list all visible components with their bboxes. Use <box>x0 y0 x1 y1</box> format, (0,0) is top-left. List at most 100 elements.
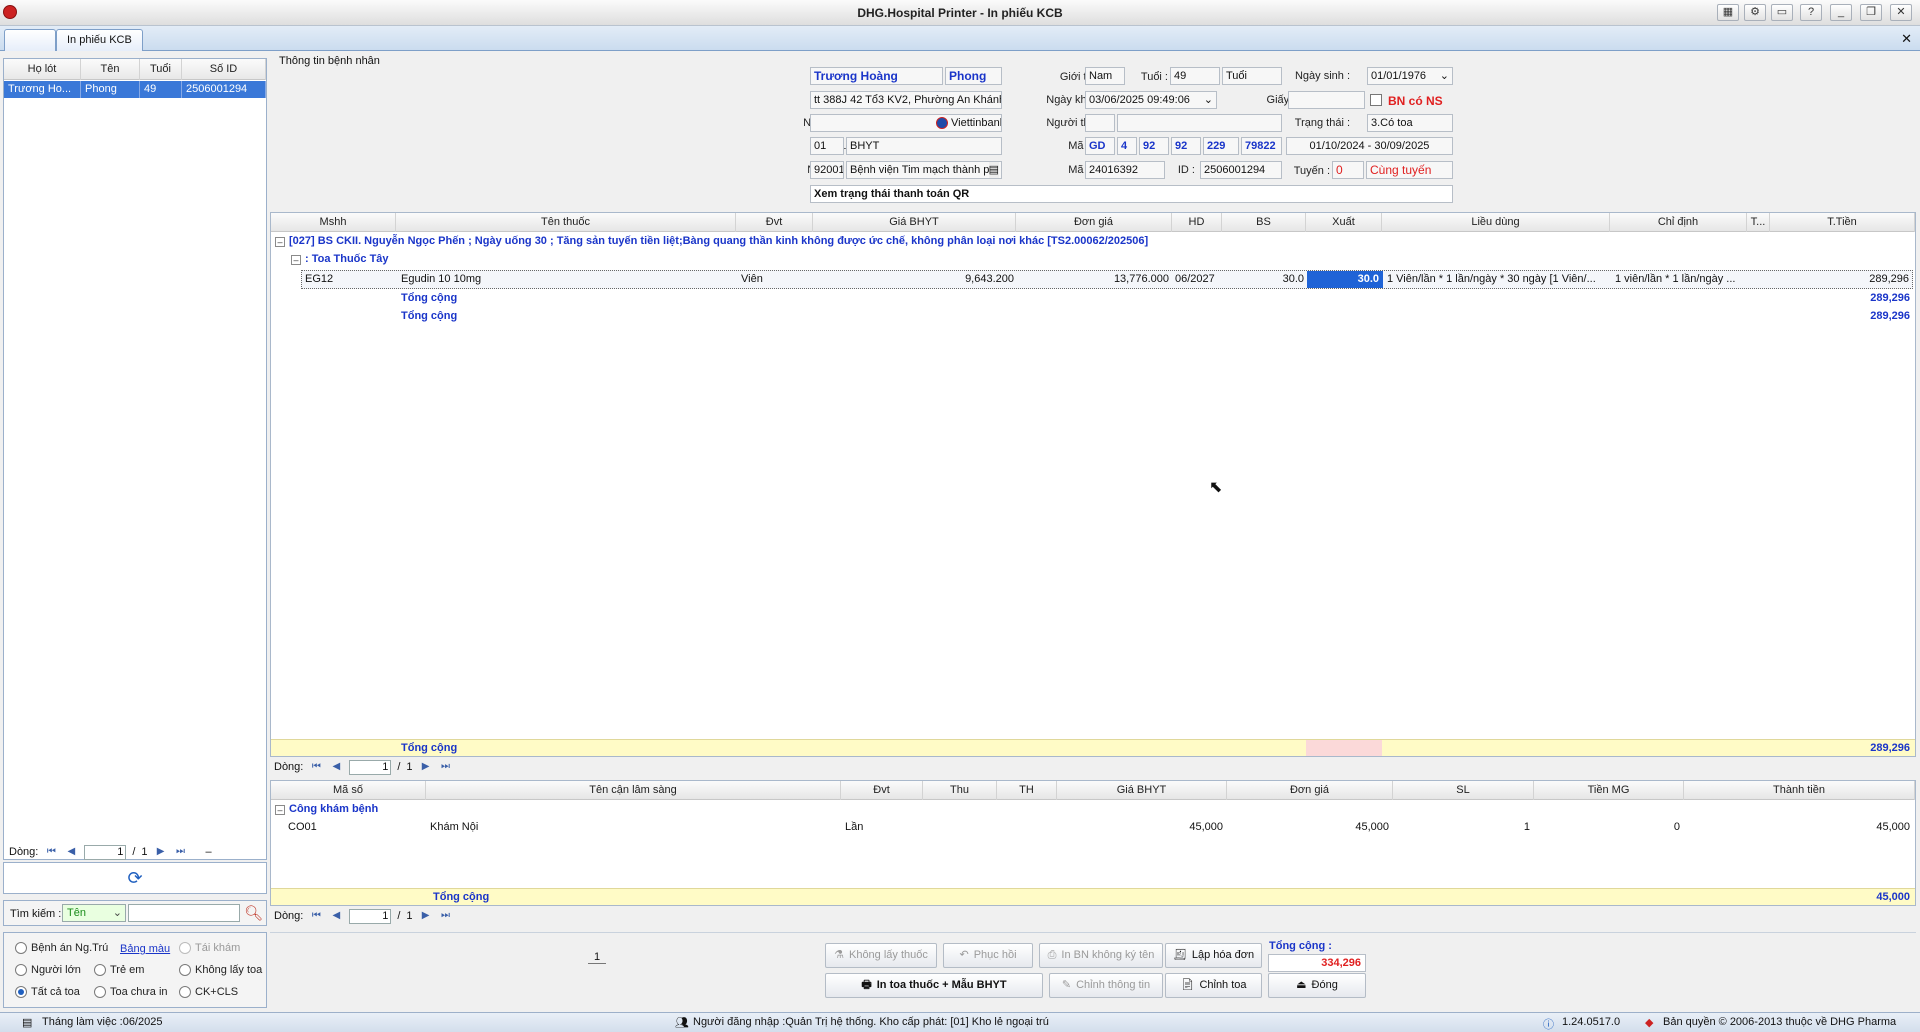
ho-field[interactable]: Trương Hoàng <box>810 67 943 85</box>
refresh-icon[interactable]: ⟳ <box>127 868 142 888</box>
col-so-id[interactable]: Số ID <box>182 59 266 80</box>
doi-tuong-code-field[interactable]: 01 <box>810 137 844 155</box>
ma-the-part-1[interactable]: GD <box>1085 137 1115 155</box>
phuc-hoi-button[interactable]: ↶ Phục hồi <box>943 943 1033 968</box>
bang-mau-link[interactable]: Bảng màu <box>120 943 170 955</box>
ma-the-part-4[interactable]: 92 <box>1171 137 1201 155</box>
search-icon[interactable]: 🔍︎ <box>244 904 263 922</box>
last-page-icon[interactable]: ⏭ <box>174 845 188 859</box>
nguoi-than-field-2[interactable] <box>1117 114 1282 132</box>
help-icon[interactable]: ? <box>1800 4 1822 21</box>
calendar-dropdown-icon[interactable]: ⌄ <box>1440 68 1449 84</box>
col-bs[interactable]: BS <box>1222 213 1306 232</box>
cell-xuat[interactable]: 30.0 <box>1307 271 1383 288</box>
noi-dk-field[interactable]: Bệnh viện Tim mạch thành ph ▤ <box>846 161 1002 179</box>
filter-khong-lay-toa[interactable]: Không lấy toa <box>179 964 262 976</box>
search-input[interactable] <box>128 904 240 922</box>
settings-icon[interactable]: ⚙ <box>1744 4 1766 21</box>
ma-the-part-2[interactable]: 4 <box>1117 137 1137 155</box>
filter-ck-cls[interactable]: CK+CLS <box>179 986 238 998</box>
ten-field[interactable]: Phong <box>945 67 1002 85</box>
page-input[interactable]: 1 <box>349 759 392 775</box>
filter-tat-ca-toa[interactable]: Tất cả toa <box>15 986 80 998</box>
prev-page-icon[interactable]: ◀ <box>64 845 78 859</box>
restore-button[interactable]: ❐ <box>1860 4 1882 21</box>
col-t[interactable]: T... <box>1747 213 1770 232</box>
prev-page-icon[interactable]: ◀ <box>329 760 343 774</box>
filter-nguoi-lon[interactable]: Người lớn <box>15 964 81 976</box>
last-page-icon[interactable]: ⏭ <box>439 909 453 923</box>
chinh-thong-tin-button[interactable]: ✎ Chỉnh thông tin <box>1049 973 1163 998</box>
lookup-icon[interactable]: ▤ <box>988 162 999 178</box>
ma-the-part-6[interactable]: 79822 <box>1241 137 1282 155</box>
in-bn-khong-ky-ten-button[interactable]: ⎙ In BN không ký tên <box>1039 943 1163 968</box>
bn-co-ns-checkbox[interactable] <box>1370 94 1382 106</box>
noi-dk-code-field[interactable]: 92001 <box>810 161 844 179</box>
col-chi-dinh[interactable]: Chỉ định <box>1610 213 1747 232</box>
ngay-sinh-field[interactable]: 01/01/1976 ⌄ <box>1367 67 1453 85</box>
col-ten-cls[interactable]: Tên cận lâm sàng <box>426 781 841 800</box>
tuoi-unit-field[interactable]: Tuổi <box>1222 67 1282 85</box>
group2-collapse-icon[interactable]: – <box>291 255 301 265</box>
ma-bn-field[interactable]: 24016392 <box>1085 161 1165 179</box>
giay-ks-field[interactable] <box>1288 91 1365 109</box>
next-page-icon[interactable]: ▶ <box>154 845 168 859</box>
khong-lay-thuoc-button[interactable]: ⚗ Không lấy thuốc <box>825 943 937 968</box>
col-mshh[interactable]: Mshh <box>271 213 396 232</box>
drug-row[interactable]: EG12 Egudin 10 10mg Viên 9,643.200 13,77… <box>301 270 1913 289</box>
col-thanh-tien[interactable]: Thành tiền <box>1684 781 1915 800</box>
search-mode-select[interactable]: Tên ⌄ <box>62 904 126 922</box>
last-page-icon[interactable]: ⏭ <box>439 760 453 774</box>
first-page-icon[interactable]: ⏮ <box>309 760 323 774</box>
dong-button[interactable]: ⏏ Đóng <box>1268 973 1366 998</box>
noi-gioi-thieu-field[interactable]: Viettinbank <box>810 114 1002 132</box>
col-thu[interactable]: Thu <box>923 781 997 800</box>
ma-the-part-3[interactable]: 92 <box>1139 137 1169 155</box>
in-toa-thuoc-button[interactable]: 🖶︎ In toa thuốc + Mẫu BHYT <box>825 973 1043 998</box>
the-han-field[interactable]: 01/10/2024 - 30/09/2025 <box>1286 137 1453 155</box>
page-input[interactable]: 1 <box>349 908 392 924</box>
close-tab-icon[interactable]: ✕ <box>1901 31 1912 47</box>
next-page-icon[interactable]: ▶ <box>419 909 433 923</box>
ngay-kham-field[interactable]: 03/06/2025 09:49:06 ⌄ <box>1085 91 1217 109</box>
col-ma-so[interactable]: Mã số <box>271 781 426 800</box>
nguoi-than-field-1[interactable] <box>1085 114 1115 132</box>
tab-in-phieu-kcb[interactable]: In phiếu KCB <box>56 29 143 51</box>
dia-chi-field[interactable]: tt 388J 42 Tổ3 KV2, Phường An Khánh, <box>810 91 1002 109</box>
pager-minus[interactable]: – <box>206 846 212 858</box>
page-input[interactable]: 1 <box>84 844 127 860</box>
group1-collapse-icon[interactable]: – <box>275 237 285 247</box>
col-cls-don-gia[interactable]: Đơn giá <box>1227 781 1393 800</box>
cls-group-collapse-icon[interactable]: – <box>275 805 285 815</box>
col-t-tien[interactable]: T.Tiền <box>1770 213 1915 232</box>
col-tien-mg[interactable]: Tiền MG <box>1534 781 1684 800</box>
col-th[interactable]: TH <box>997 781 1057 800</box>
next-page-icon[interactable]: ▶ <box>419 760 433 774</box>
col-ho-lot[interactable]: Họ lót <box>4 59 81 80</box>
col-cls-gia-bhyt[interactable]: Giá BHYT <box>1057 781 1227 800</box>
tab-blank[interactable] <box>4 29 56 51</box>
col-xuat[interactable]: Xuất <box>1306 213 1382 232</box>
chevron-down-icon[interactable]: ⌄ <box>1204 92 1213 108</box>
ma-the-part-5[interactable]: 229 <box>1203 137 1239 155</box>
col-don-gia[interactable]: Đơn giá <box>1016 213 1172 232</box>
trang-thai-field[interactable]: 3.Có toa <box>1367 114 1453 132</box>
col-hd[interactable]: HD <box>1172 213 1222 232</box>
tuyen-code-field[interactable]: 0 <box>1332 161 1364 179</box>
tuoi-field[interactable]: 49 <box>1170 67 1220 85</box>
col-ten[interactable]: Tên <box>81 59 140 80</box>
first-page-icon[interactable]: ⏮ <box>309 909 323 923</box>
col-dvt[interactable]: Đvt <box>736 213 813 232</box>
layout-icon[interactable]: ▭ <box>1771 4 1793 21</box>
patient-row[interactable]: Trương Ho... Phong 49 2506001294 <box>4 81 266 98</box>
col-cls-dvt[interactable]: Đvt <box>841 781 923 800</box>
prev-page-icon[interactable]: ◀ <box>329 909 343 923</box>
gioi-tinh-field[interactable]: Nam <box>1085 67 1125 85</box>
qr-status-field[interactable]: Xem trạng thái thanh toán QR <box>810 185 1453 203</box>
page-number[interactable]: 1 <box>588 951 606 964</box>
tuyen-field[interactable]: Cùng tuyến <box>1366 161 1453 179</box>
col-tuoi[interactable]: Tuổi <box>140 59 182 80</box>
minimize-button[interactable]: _ <box>1830 4 1852 21</box>
chinh-toa-button[interactable]: 📄︎ Chỉnh toa <box>1165 973 1262 998</box>
col-ten-thuoc[interactable]: Tên thuốc <box>396 213 736 232</box>
